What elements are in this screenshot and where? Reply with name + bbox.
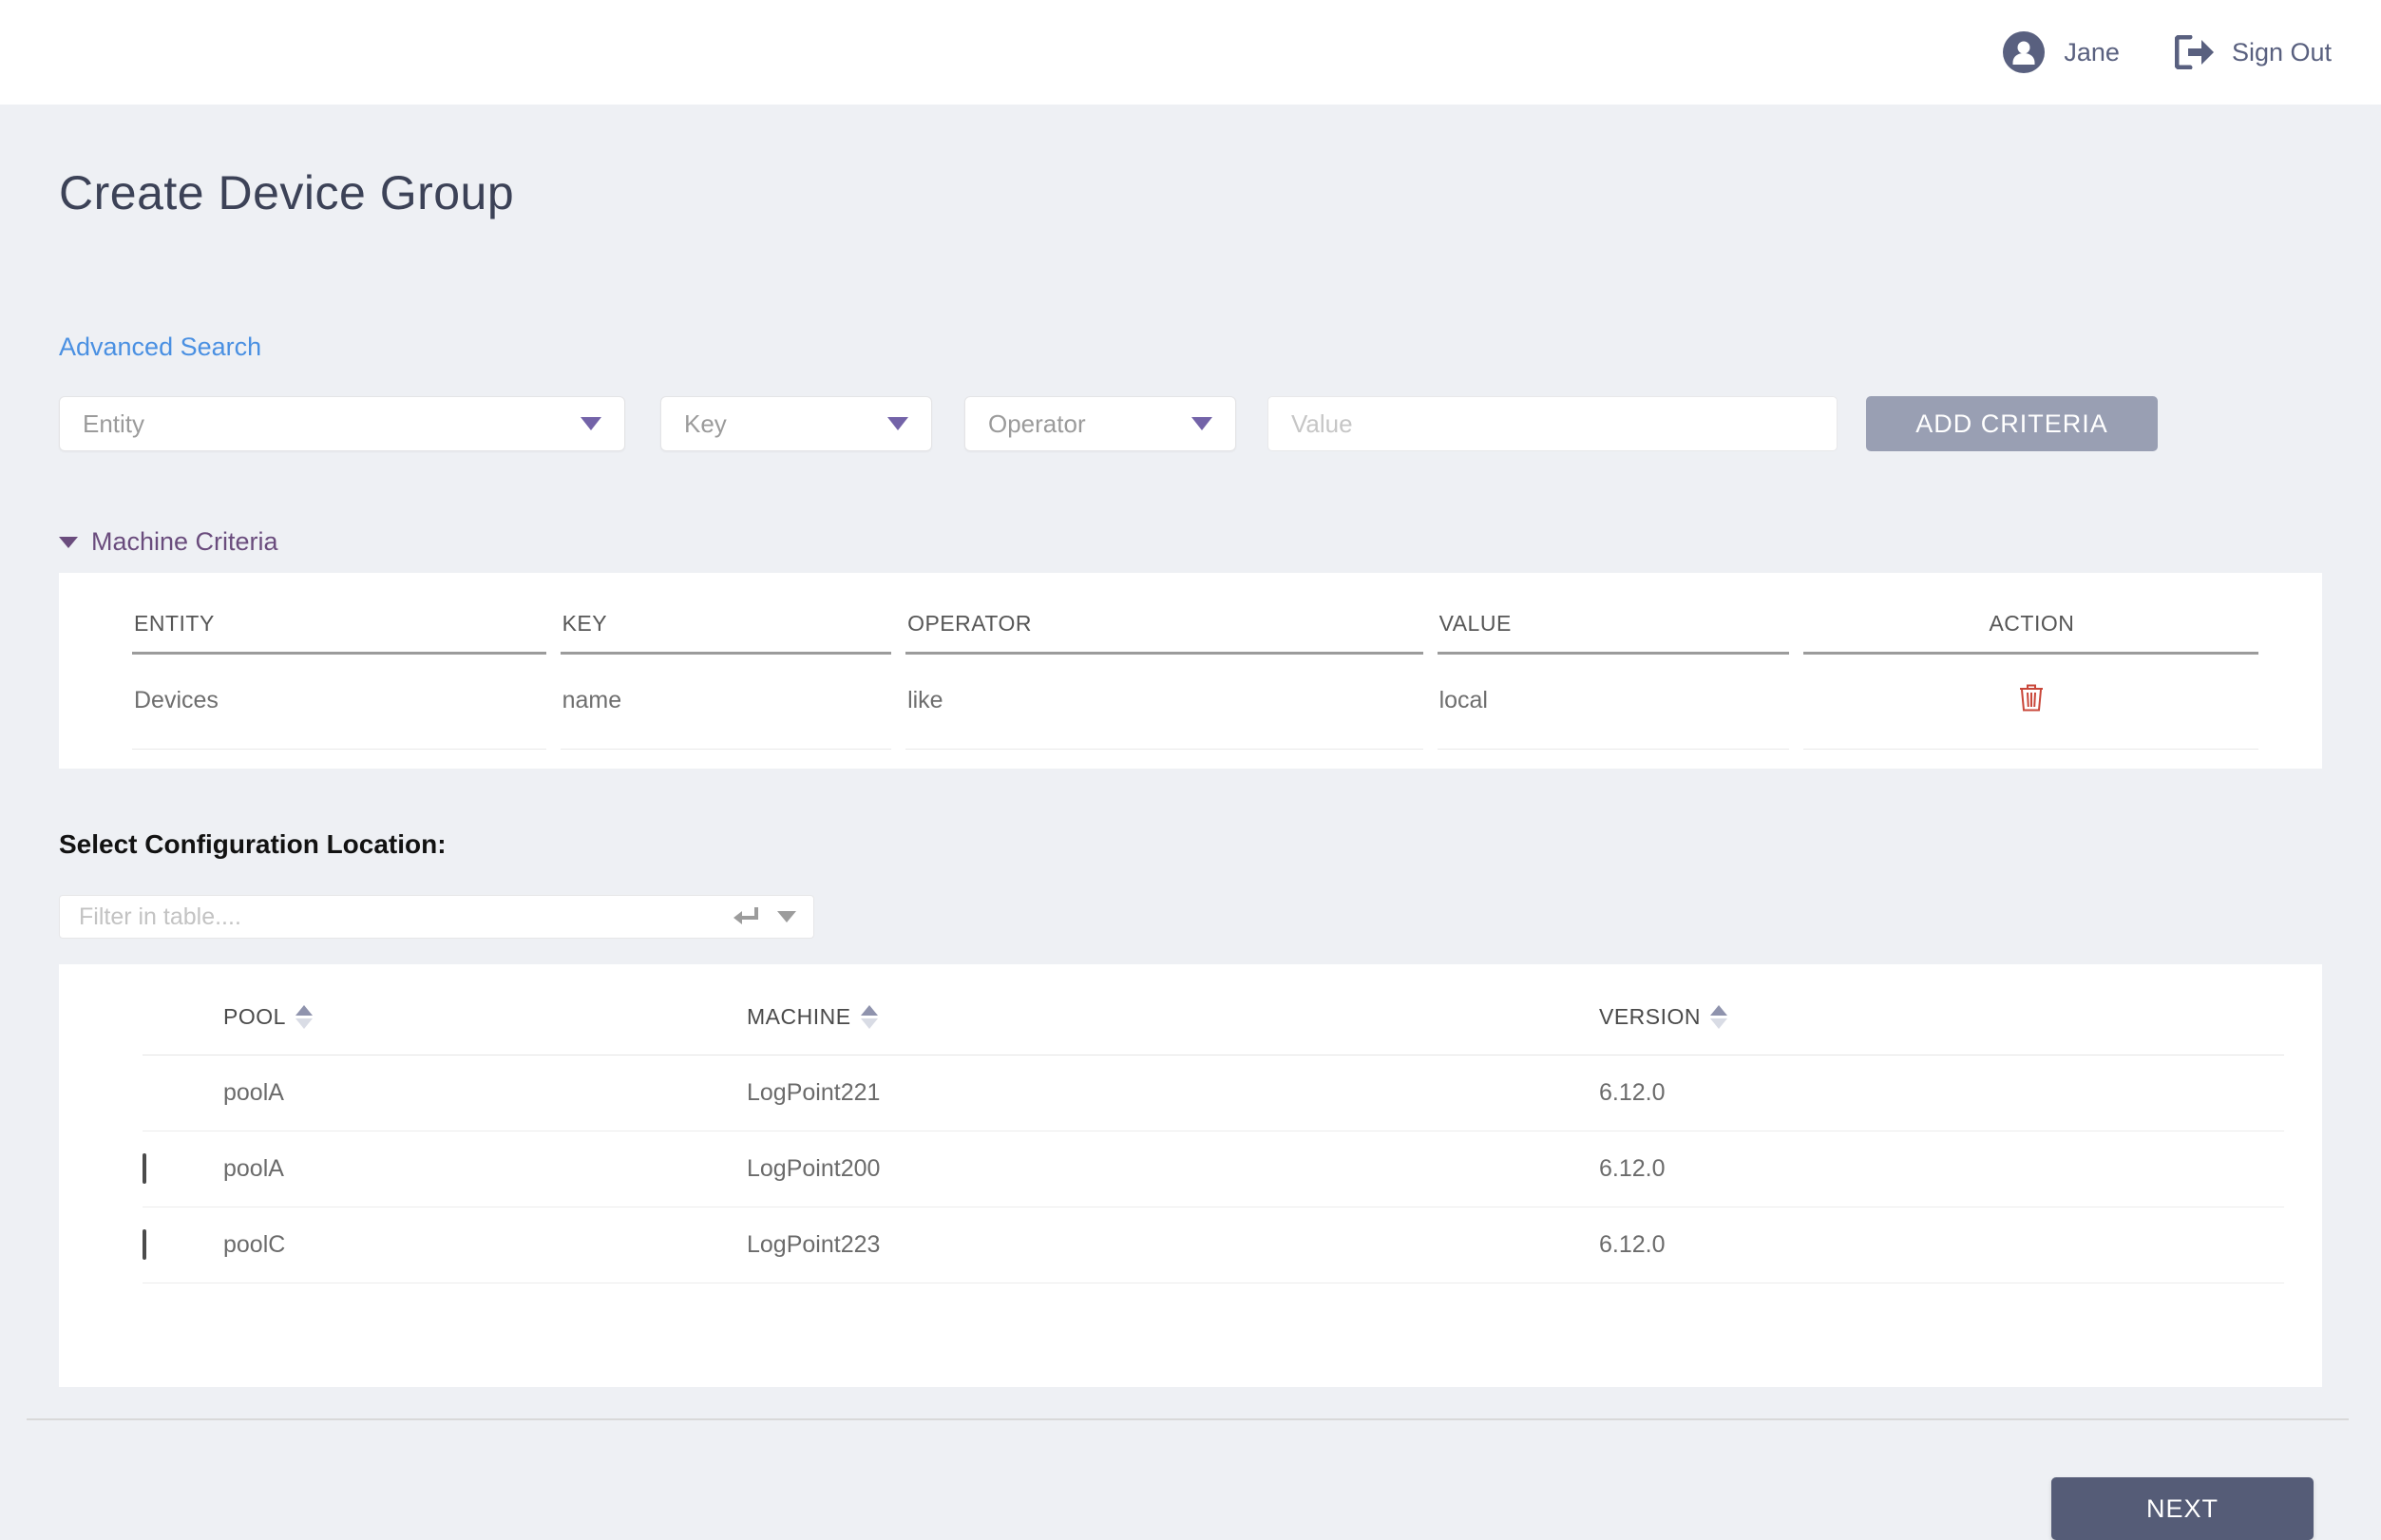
chevron-down-icon (887, 417, 908, 430)
pool-cell: poolA (223, 1055, 747, 1131)
user-menu[interactable]: Jane (2003, 31, 2120, 73)
advanced-search-link[interactable]: Advanced Search (59, 333, 261, 362)
sign-out-icon (2175, 35, 2215, 69)
column-header-machine: MACHINE (747, 964, 1599, 1055)
criteria-builder-row: Entity Key Operator ADD CRITERIA (59, 396, 2322, 451)
column-header-checkbox (143, 964, 223, 1055)
machine-criteria-table: ENTITY KEY OPERATOR VALUE ACTION Devices… (118, 611, 2273, 750)
filter-dropdown-caret-icon[interactable] (777, 911, 796, 922)
pool-cell: poolA (223, 1131, 747, 1207)
criteria-value-cell: local (1438, 655, 1789, 750)
row-checkbox[interactable] (143, 1153, 146, 1184)
page-content: Create Device Group Advanced Search Enti… (0, 165, 2381, 1540)
column-header-key: KEY (561, 611, 891, 655)
collapse-caret-icon (59, 537, 78, 548)
sort-icon (1710, 1005, 1727, 1029)
footer-bar: NEXT (59, 1420, 2322, 1540)
chevron-down-icon (581, 417, 601, 430)
add-criteria-button[interactable]: ADD CRITERIA (1866, 396, 2158, 451)
machine-cell: LogPoint200 (747, 1131, 1599, 1207)
chevron-down-icon (1191, 417, 1212, 430)
column-header-entity: ENTITY (132, 611, 546, 655)
machine-criteria-title: Machine Criteria (91, 527, 278, 557)
sort-pool[interactable]: POOL (223, 1004, 313, 1030)
row-checkbox[interactable] (143, 1229, 146, 1260)
table-row: poolA LogPoint221 6.12.0 (143, 1055, 2284, 1131)
sign-out-button[interactable]: Sign Out (2175, 35, 2332, 69)
sort-machine[interactable]: MACHINE (747, 1004, 878, 1030)
machine-cell: LogPoint221 (747, 1055, 1599, 1131)
version-cell: 6.12.0 (1599, 1131, 2284, 1207)
enter-return-icon[interactable] (732, 905, 760, 928)
machine-criteria-toggle[interactable]: Machine Criteria (59, 527, 2322, 557)
table-filter-input[interactable] (60, 896, 732, 938)
sort-icon (295, 1005, 313, 1029)
machines-table: POOL MACHINE VERSION (143, 964, 2284, 1283)
criteria-key-cell: name (561, 655, 891, 750)
sort-version[interactable]: VERSION (1599, 1004, 1727, 1030)
table-row: poolC LogPoint223 6.12.0 (143, 1207, 2284, 1283)
sign-out-label: Sign Out (2232, 38, 2332, 67)
column-header-action: ACTION (1803, 611, 2258, 655)
config-location-title: Select Configuration Location: (59, 829, 2322, 860)
column-header-pool: POOL (223, 964, 747, 1055)
table-row: poolA LogPoint200 6.12.0 (143, 1131, 2284, 1207)
column-header-value: VALUE (1438, 611, 1789, 655)
page-title: Create Device Group (59, 165, 2322, 220)
value-input[interactable] (1267, 396, 1838, 451)
top-bar: Jane Sign Out (0, 0, 2381, 105)
key-select[interactable]: Key (660, 396, 932, 451)
machine-criteria-card: ENTITY KEY OPERATOR VALUE ACTION Devices… (59, 573, 2322, 769)
pool-cell: poolC (223, 1207, 747, 1283)
user-avatar-icon (2003, 31, 2045, 73)
next-button[interactable]: NEXT (2051, 1477, 2314, 1540)
column-header-operator: OPERATOR (905, 611, 1423, 655)
user-name: Jane (2064, 38, 2120, 67)
operator-select[interactable]: Operator (964, 396, 1236, 451)
version-cell: 6.12.0 (1599, 1055, 2284, 1131)
version-cell: 6.12.0 (1599, 1207, 2284, 1283)
column-header-version: VERSION (1599, 964, 2284, 1055)
delete-criteria-button[interactable] (2019, 683, 2044, 712)
entity-select[interactable]: Entity (59, 396, 625, 451)
sort-icon (861, 1005, 878, 1029)
key-select-placeholder: Key (684, 409, 727, 439)
table-filter (59, 895, 814, 939)
operator-select-placeholder: Operator (988, 409, 1086, 439)
entity-select-placeholder: Entity (83, 409, 144, 439)
trash-icon (2019, 700, 2044, 714)
machines-table-card: POOL MACHINE VERSION (59, 964, 2322, 1387)
criteria-operator-cell: like (905, 655, 1423, 750)
criteria-row: Devices name like local (132, 655, 2258, 750)
machine-cell: LogPoint223 (747, 1207, 1599, 1283)
criteria-entity-cell: Devices (132, 655, 546, 750)
